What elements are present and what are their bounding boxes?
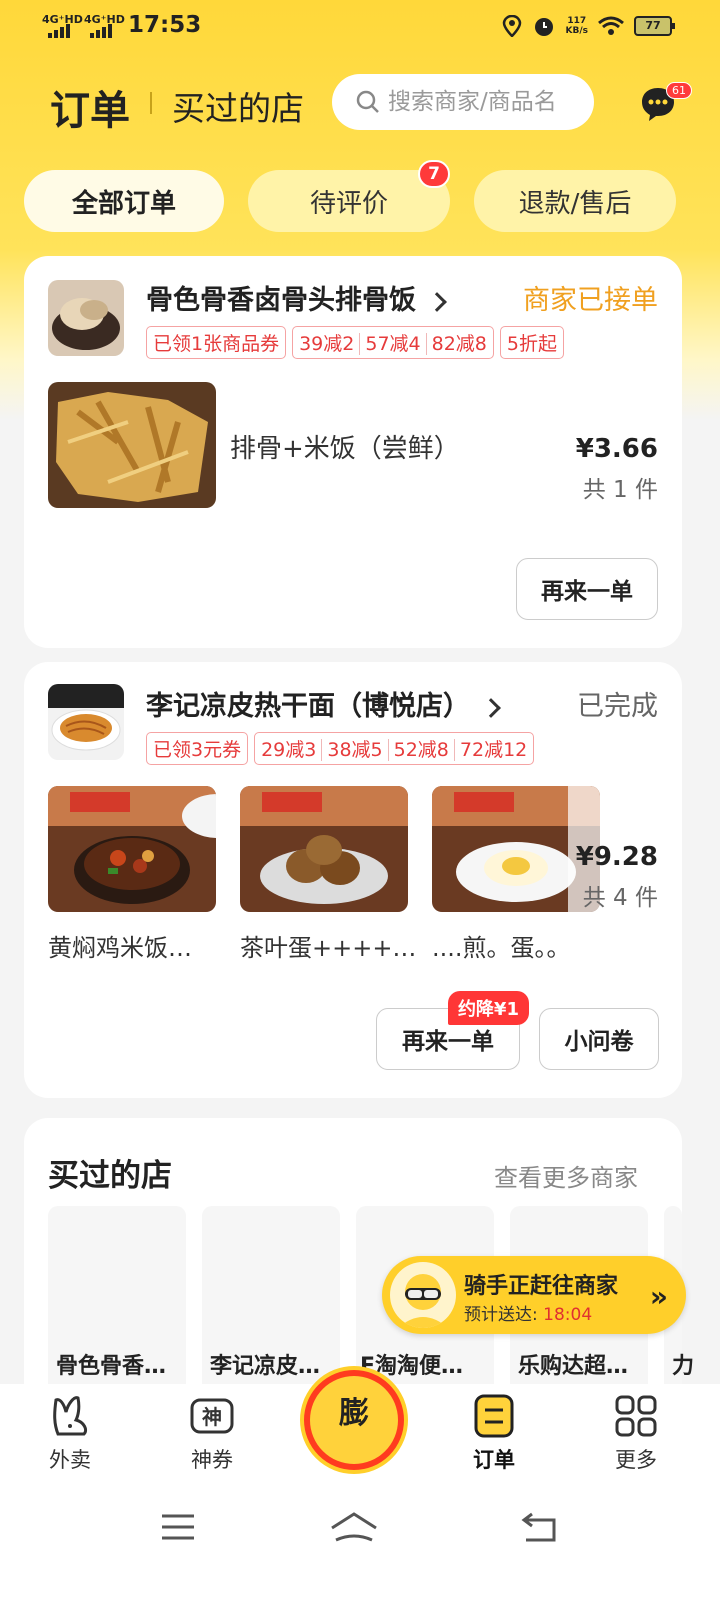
- coupon-tag: 已领1张商品券: [146, 326, 287, 359]
- item-name: 排骨+米饭（尝鲜）: [230, 434, 460, 464]
- message-badge: 61: [666, 82, 692, 99]
- center-promo-icon: 膨: [310, 1376, 398, 1464]
- svg-text:神: 神: [202, 1405, 222, 1429]
- nav-more[interactable]: 更多: [586, 1394, 686, 1474]
- order-icon: [472, 1394, 516, 1438]
- order-price: ¥3.66: [575, 434, 658, 464]
- header: 订单 买过的店 61: [0, 70, 720, 140]
- message-button[interactable]: 61: [638, 82, 692, 124]
- network-speed: 117 KB/s: [565, 16, 588, 36]
- tab-refund[interactable]: 退款/售后: [474, 170, 676, 232]
- survey-button[interactable]: 小问卷: [539, 1008, 659, 1070]
- bought-stores-tab[interactable]: 买过的店: [172, 82, 304, 130]
- promo-tags: 已领3元券 29减3 38减5 52减8 72减12: [146, 732, 535, 765]
- rabbit-icon: [48, 1394, 92, 1438]
- reorder-button[interactable]: 再来一单 约降¥1: [376, 991, 529, 1070]
- grid-icon: [614, 1394, 658, 1438]
- order-status: 商家已接单: [523, 285, 658, 316]
- clock: 17:53: [128, 12, 202, 38]
- divider: [150, 92, 152, 114]
- home-icon[interactable]: [330, 1510, 378, 1544]
- item-name: ....煎。蛋。。: [432, 934, 571, 962]
- shop-thumbnail: [48, 684, 124, 760]
- chevron-right-icon: [481, 697, 501, 718]
- more-stores-link[interactable]: 查看更多商家: [494, 1158, 638, 1193]
- center-promo-button[interactable]: 膨: [300, 1366, 408, 1474]
- order-card[interactable]: 骨色骨香卤骨头排骨饭 商家已接单 已领1张商品券 39减2 57减4 82减8 5折…: [24, 256, 682, 648]
- food-image: [48, 382, 216, 508]
- tab-all-orders[interactable]: 全部订单: [24, 170, 224, 232]
- order-card[interactable]: 李记凉皮热干面（博悦店） 已完成 已领3元券 29减3 38减5 52减8 72减12…: [24, 662, 682, 1098]
- item-name: 茶叶蛋++++…: [240, 934, 417, 962]
- order-status: 已完成: [577, 691, 658, 722]
- coupon-tag: 已领3元券: [146, 732, 249, 765]
- order-tabs: 全部订单 待评价 7 退款/售后: [24, 160, 696, 232]
- search-bar[interactable]: [332, 74, 594, 130]
- chevron-right-icon: [427, 291, 447, 312]
- signal-icon: [90, 24, 116, 38]
- shop-thumbnail: [48, 280, 124, 356]
- item-name: 黄焖鸡米饭…: [48, 934, 192, 962]
- back-icon[interactable]: [520, 1510, 560, 1544]
- shop-name-link[interactable]: 李记凉皮热干面（博悦店）: [146, 684, 501, 723]
- page-title[interactable]: 订单: [50, 78, 130, 136]
- store-name: 力: [672, 1354, 695, 1379]
- discount-tag: 39减2 57减4 82减8: [292, 326, 494, 359]
- order-price: ¥9.28: [575, 842, 658, 872]
- alarm-icon: [534, 18, 553, 36]
- search-icon: [356, 90, 379, 113]
- coupon-icon: 神: [190, 1394, 234, 1438]
- nav-takeout[interactable]: 外卖: [20, 1394, 120, 1474]
- eta-text: 预计送达: 18:04: [464, 1305, 593, 1325]
- status-bar: 4G⁺HD 4G⁺HD 17:53 117 KB/s 77: [0, 0, 720, 56]
- store-name: 骨色骨香…: [56, 1354, 167, 1379]
- location-icon: [502, 15, 521, 37]
- item-count: 共 4 件: [582, 885, 658, 911]
- system-navigation: [0, 1500, 720, 1560]
- battery-icon: 77: [634, 16, 675, 36]
- double-chevron-right-icon: »: [649, 1280, 668, 1313]
- reorder-button[interactable]: 再来一单: [516, 558, 658, 620]
- review-count-badge: 7: [418, 160, 450, 188]
- discount-tag: 5折起: [499, 326, 564, 359]
- wifi-icon: [598, 16, 624, 35]
- rider-status-popup[interactable]: 骑手正赶往商家 预计送达: 18:04 »: [382, 1256, 686, 1334]
- store-name: 李记凉皮…: [210, 1354, 321, 1379]
- discount-tag: 29减3 38减5 52减8 72减12: [254, 732, 535, 765]
- search-input[interactable]: [388, 89, 588, 115]
- store-name: 乐购达超…: [518, 1354, 629, 1379]
- nav-orders[interactable]: 订单: [444, 1394, 544, 1474]
- discount-badge: 约降¥1: [447, 991, 529, 1025]
- food-image: [48, 786, 216, 912]
- rider-status-text: 骑手正赶往商家: [464, 1274, 619, 1299]
- item-count: 共 1 件: [582, 477, 658, 503]
- tab-to-review[interactable]: 待评价 7: [248, 160, 450, 232]
- rider-avatar: [390, 1262, 456, 1328]
- promo-tags: 已领1张商品券 39减2 57减4 82减8 5折起: [146, 326, 564, 359]
- food-image: [240, 786, 408, 912]
- menu-icon[interactable]: [160, 1512, 196, 1542]
- section-title: 买过的店: [48, 1158, 172, 1194]
- signal-icon: [48, 24, 74, 38]
- nav-coupon[interactable]: 神 神券: [162, 1394, 262, 1474]
- shop-name-link[interactable]: 骨色骨香卤骨头排骨饭: [146, 278, 447, 317]
